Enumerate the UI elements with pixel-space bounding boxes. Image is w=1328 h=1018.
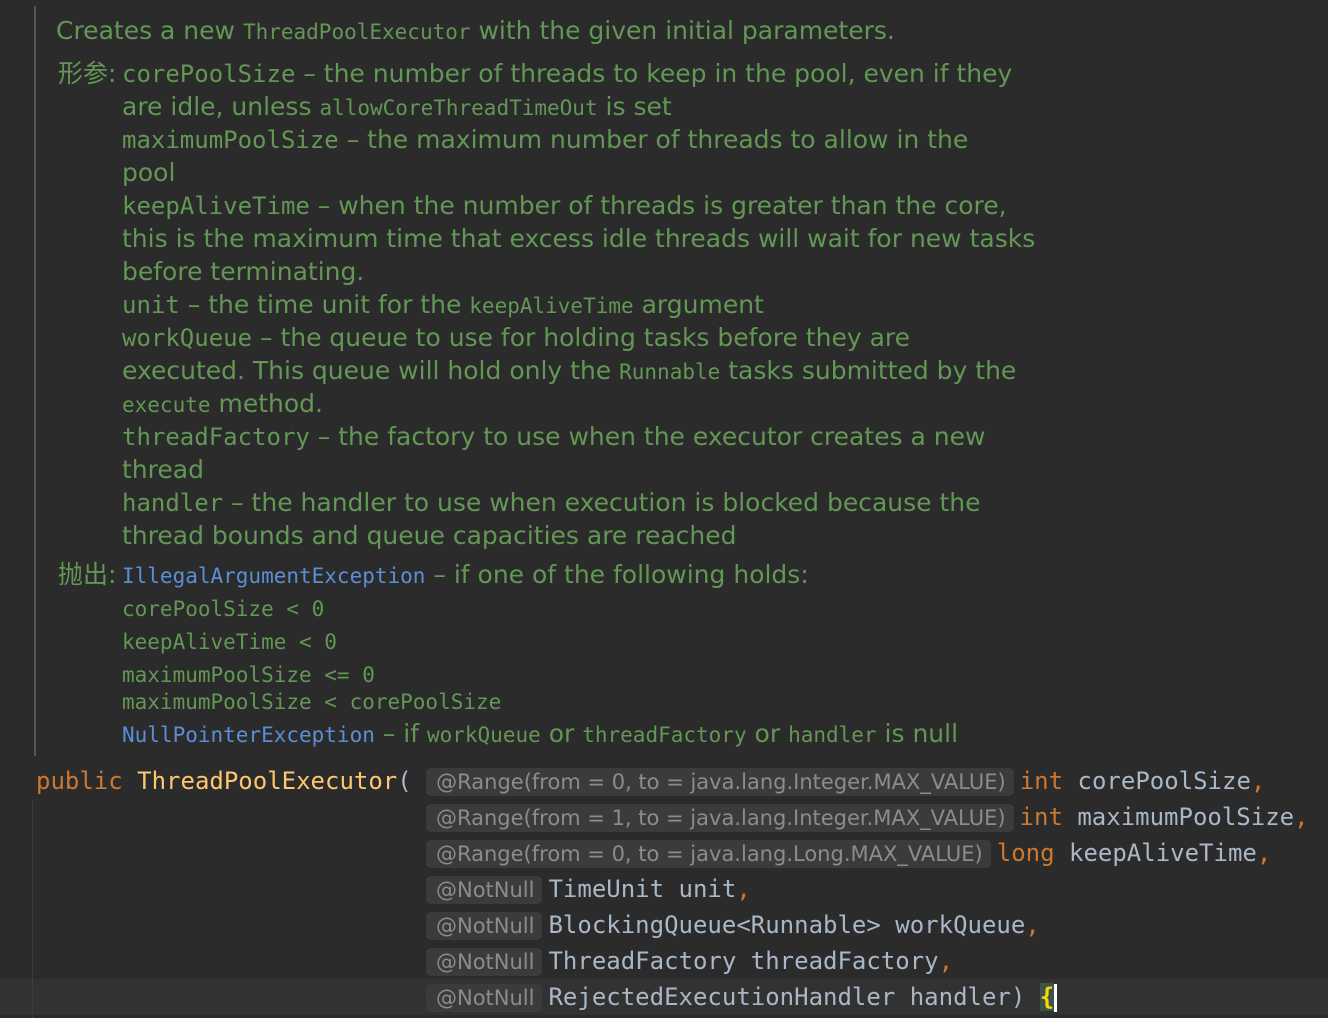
doc-summary: Creates a new ThreadPoolExecutor with th… [56,16,895,45]
throws-condition-1: corePoolSize < 0 [122,597,325,621]
param-corePoolSize: corePoolSize – the number of threads to … [122,59,1013,88]
inlay-hint: @Range(from = 0, to = java.lang.Long.MAX… [426,840,991,868]
code-line-param-7[interactable]: @NotNull RejectedExecutionHandler handler… [426,979,1058,1015]
inlay-hint: @NotNull [426,876,543,904]
inlay-hint: @Range(from = 1, to = java.lang.Integer.… [426,804,1014,832]
null-pointer-exception-link[interactable]: NullPointerException [122,723,375,747]
param-workQueue-cont: executed. This queue will hold only the … [122,356,1017,385]
param-maximumPoolSize-cont: pool [122,158,176,187]
inlay-hint: @Range(from = 0, to = java.lang.Integer.… [426,768,1014,796]
code-line-param-3[interactable]: @Range(from = 0, to = java.lang.Long.MAX… [426,835,1271,871]
param-keepAliveTime-cont2: before terminating. [122,257,365,286]
code-line-param-2[interactable]: @Range(from = 1, to = java.lang.Integer.… [426,799,1309,835]
text-caret [1054,984,1058,1012]
code-line-signature[interactable]: public ThreadPoolExecutor( @Range(from =… [36,763,1265,799]
code-line-param-5[interactable]: @NotNull BlockingQueue<Runnable> workQueu… [426,907,1040,943]
param-name[interactable]: keepAliveTime [1069,839,1257,867]
param-name[interactable]: handler [910,983,1011,1011]
param-name[interactable]: corePoolSize [1078,767,1251,795]
doc-code: ThreadPoolExecutor [242,20,471,44]
param-handler: handler – the handler to use when execut… [122,488,981,517]
throws-condition-2: keepAliveTime < 0 [122,630,337,654]
inlay-hint: @NotNull [426,912,543,940]
param-threadFactory: threadFactory – the factory to use when … [122,422,986,451]
javadoc-block: Creates a new ThreadPoolExecutor with th… [34,6,1035,756]
param-threadFactory-cont: thread [122,455,204,484]
code-line-param-6[interactable]: @NotNull ThreadFactory threadFactory, [426,943,953,979]
param-name[interactable]: workQueue [895,911,1025,939]
param-name[interactable]: threadFactory [751,947,939,975]
inlay-hint: @NotNull [426,984,543,1012]
code-line-param-4[interactable]: @NotNull TimeUnit unit, [426,871,751,907]
open-brace[interactable]: { [1039,983,1055,1011]
param-keepAliveTime-cont: this is the maximum time that excess idl… [122,224,1036,253]
throws-illegal-argument: IllegalArgumentException – if one of the… [122,560,809,589]
param-corePoolSize-cont: are idle, unless allowCoreThreadTimeOut … [122,92,672,121]
param-maximumPoolSize: maximumPoolSize – the maximum number of … [122,125,969,154]
param-handler-cont: thread bounds and queue capacities are r… [122,521,737,550]
param-workQueue-cont2: execute method. [122,389,323,418]
throws-tag: 抛出: [58,560,117,589]
constructor-name[interactable]: ThreadPoolExecutor [137,767,397,795]
param-keepAliveTime: keepAliveTime – when the number of threa… [122,191,1007,220]
indent-guide [32,800,33,1018]
param-name[interactable]: maximumPoolSize [1077,803,1294,831]
code-editor[interactable]: Creates a new ThreadPoolExecutor with th… [0,0,1328,1018]
inlay-hint: @NotNull [426,948,543,976]
param-workQueue: workQueue – the queue to use for holding… [122,323,911,352]
param-name[interactable]: unit [679,875,737,903]
param-unit: unit – the time unit for the keepAliveTi… [122,290,764,319]
throws-condition-4: maximumPoolSize < corePoolSize [122,690,502,714]
params-tag: 形参: [58,59,117,88]
illegal-argument-exception-link[interactable]: IllegalArgumentException [122,564,425,588]
throws-null-pointer: NullPointerException – if workQueue or t… [122,719,959,748]
